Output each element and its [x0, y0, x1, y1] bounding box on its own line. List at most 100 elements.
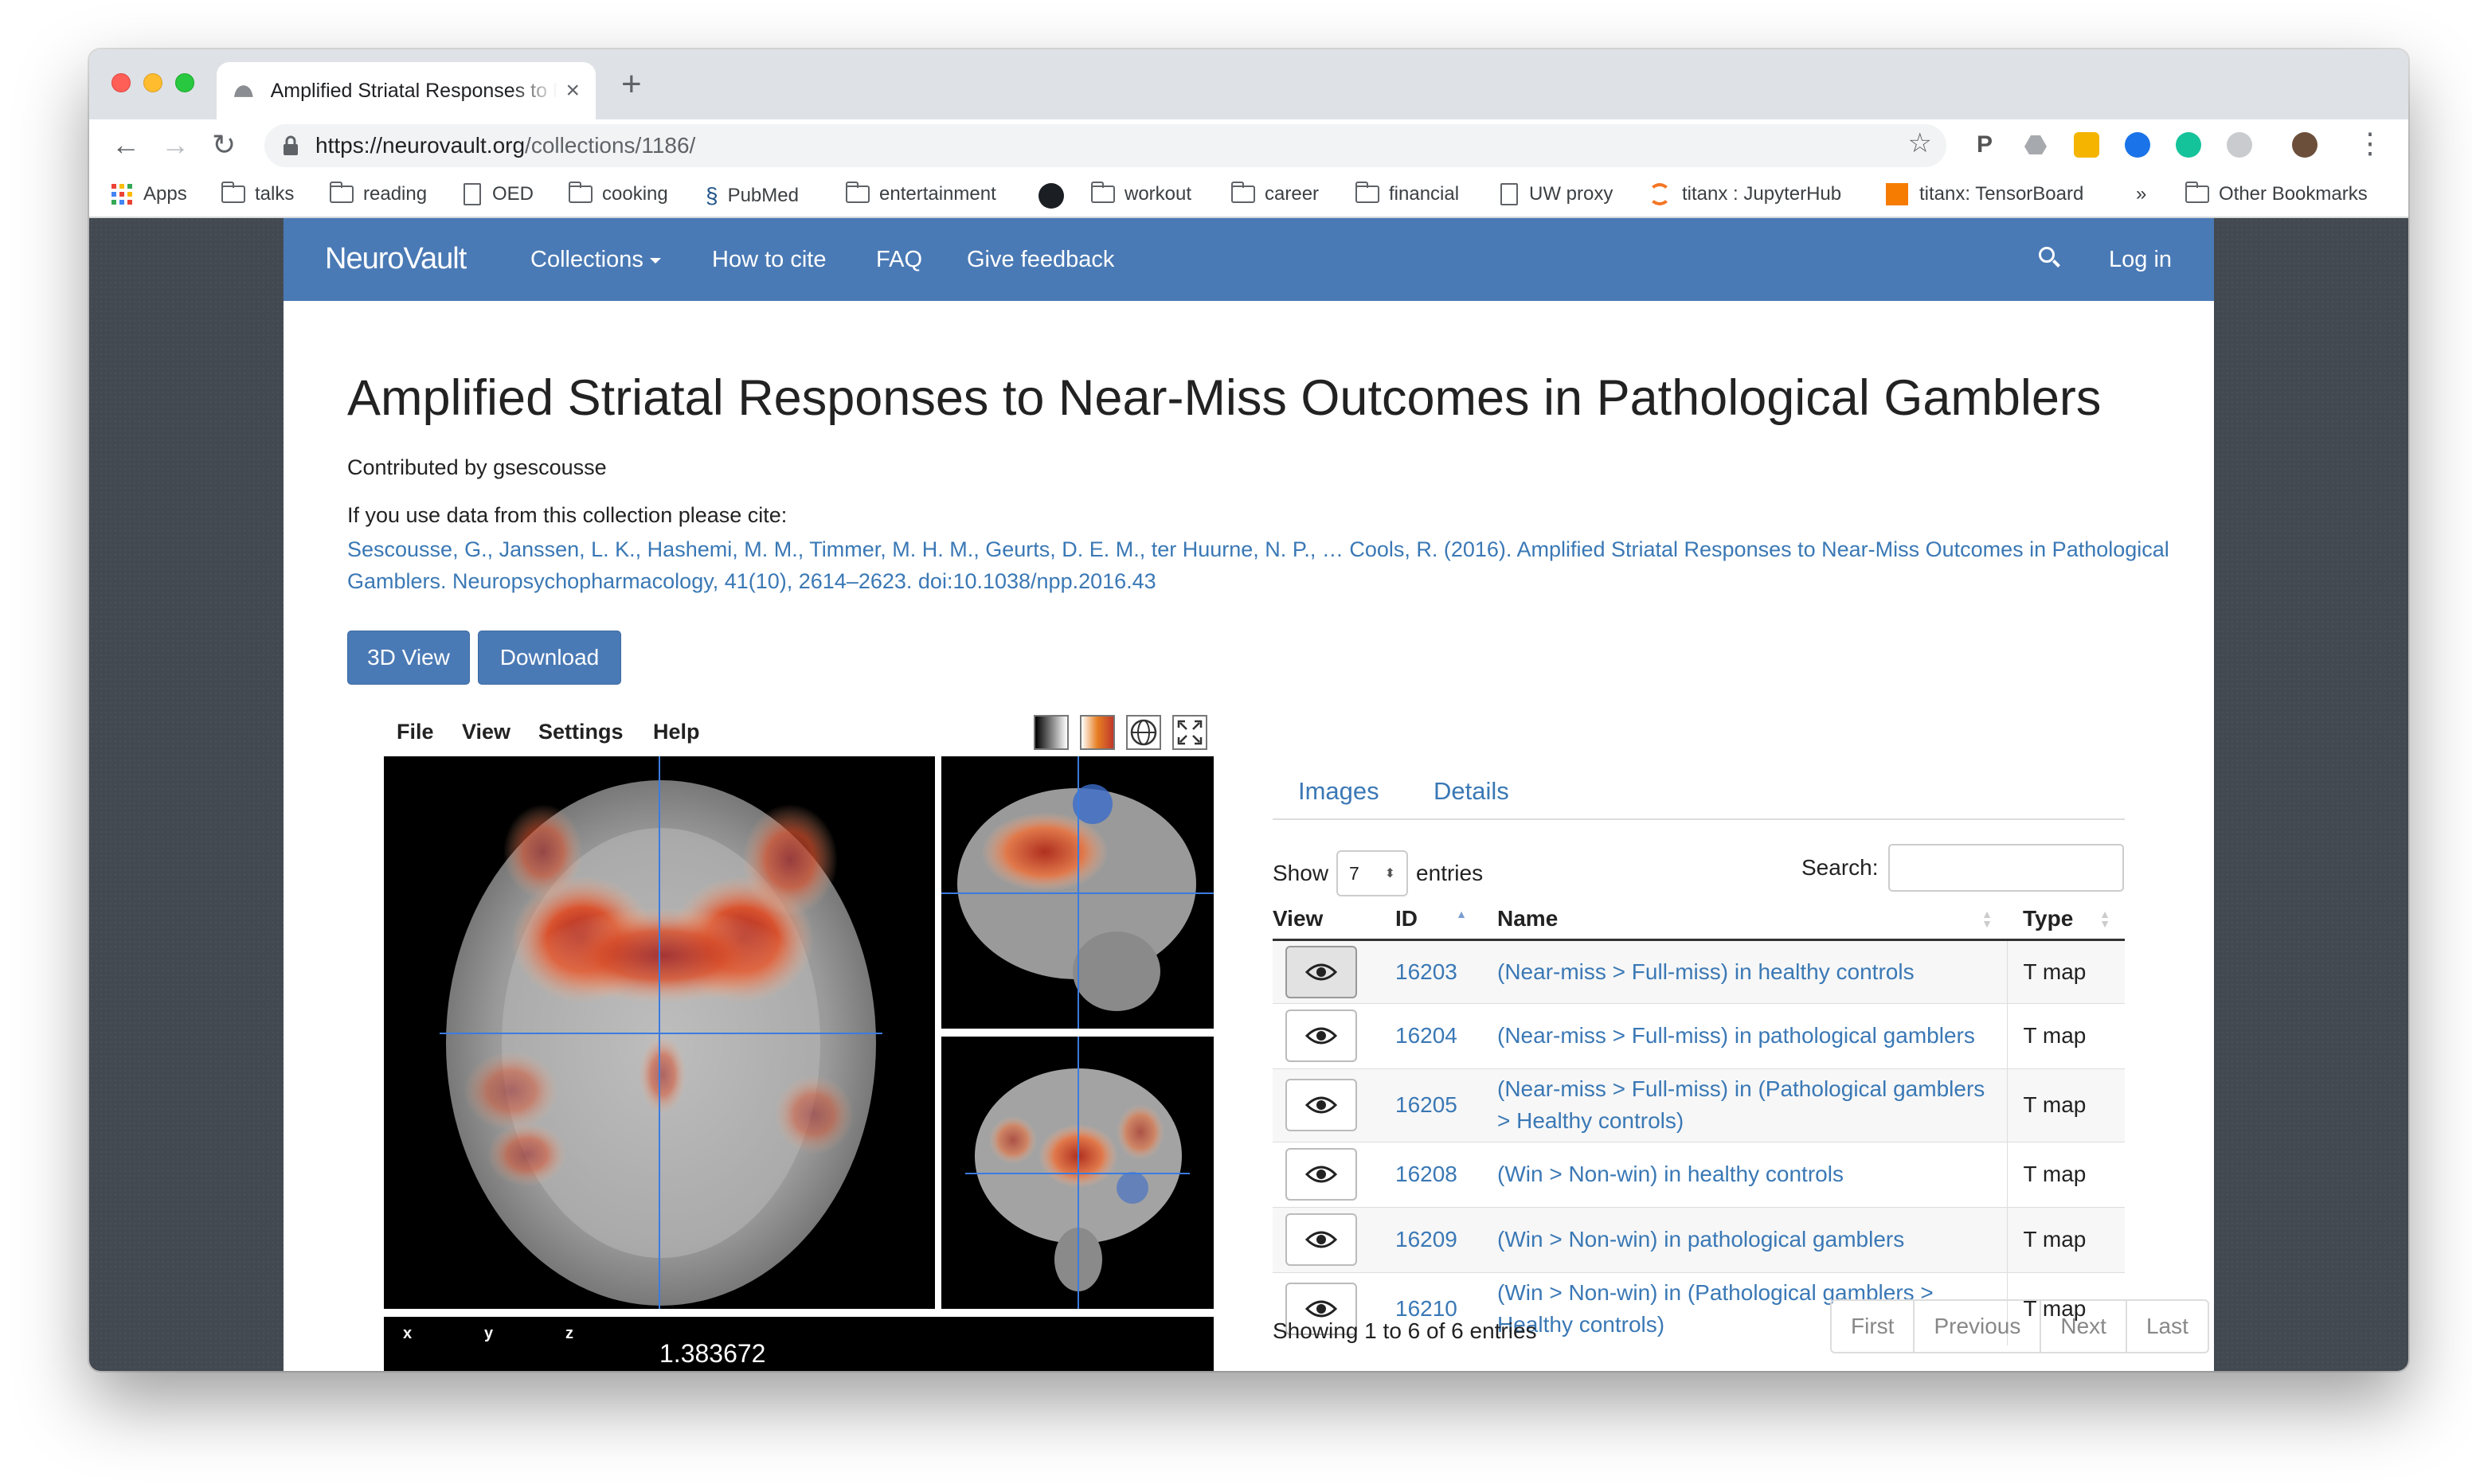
maximize-window-button[interactable] [175, 73, 194, 92]
new-tab-button[interactable]: + [621, 65, 642, 103]
sort-icon: ▲ ▼ [1981, 908, 1993, 930]
bookmark-financial[interactable]: financial [1355, 182, 1459, 205]
view-image-button[interactable] [1285, 945, 1357, 998]
image-id-link[interactable]: 16209 [1379, 1206, 1481, 1272]
page-container: NeuroVault Collections How to cite FAQ G… [284, 218, 2214, 1371]
view-image-button[interactable] [1285, 1079, 1357, 1131]
browser-window: Amplified Striatal Responses to Near-Mis… [89, 49, 2408, 1371]
bookmark-tensorboard[interactable]: titanx: TensorBoard [1886, 183, 2083, 205]
page-viewport: NeuroVault Collections How to cite FAQ G… [89, 218, 2408, 1371]
grayscale-lut-icon[interactable] [1034, 715, 1069, 750]
image-name-link[interactable]: (Win > Non-win) in healthy controls [1481, 1141, 2007, 1207]
viewer-menu-file[interactable]: File [397, 720, 434, 744]
minimize-window-button[interactable] [143, 73, 162, 92]
pager-next-button[interactable]: Next [2041, 1301, 2127, 1352]
brand-logo[interactable]: NeuroVault [325, 242, 467, 276]
apps-grid-icon [111, 184, 132, 205]
browser-tab-active[interactable]: Amplified Striatal Responses to Near-Mis… [217, 62, 596, 119]
view-image-button[interactable] [1285, 1148, 1357, 1201]
globe-icon[interactable] [1126, 715, 1161, 750]
grammarly-icon[interactable] [2176, 132, 2201, 158]
image-id-link[interactable]: 16204 [1379, 1002, 1481, 1068]
pager-last-button[interactable]: Last [2127, 1301, 2208, 1352]
tab-details[interactable]: Details [1434, 777, 1509, 806]
drive-icon[interactable] [2023, 132, 2048, 158]
pager-first-button[interactable]: First [1832, 1301, 1915, 1352]
coord-y-label: y [484, 1325, 494, 1342]
contributor-line: Contributed by gsescousse [347, 455, 607, 479]
bookmark-pubmed[interactable]: § PubMed [706, 183, 799, 209]
sagittal-view[interactable] [941, 756, 1214, 1029]
view-image-button[interactable] [1285, 1213, 1357, 1266]
close-window-button[interactable] [111, 73, 131, 92]
column-header-type[interactable]: Type ▲ ▼ [2007, 900, 2125, 941]
table-search-input[interactable] [1887, 844, 2124, 892]
bookmarks-overflow-chevron[interactable]: » [2136, 183, 2146, 205]
page-length-select[interactable]: 7 ⬍ [1336, 850, 1409, 896]
bookmark-talks[interactable]: talks [221, 182, 294, 205]
nav-give-feedback[interactable]: Give feedback [967, 247, 1114, 273]
tab-images[interactable]: Images [1298, 777, 1379, 806]
profile-avatar[interactable] [2292, 132, 2318, 158]
coronal-view[interactable] [941, 1037, 1214, 1309]
download-button[interactable]: Download [478, 631, 621, 685]
bookmark-uw-proxy[interactable]: UW proxy [1500, 183, 1613, 205]
bookmark-entertainment[interactable]: entertainment [846, 182, 996, 205]
image-id-link[interactable]: 16208 [1379, 1141, 1481, 1207]
table-pagination: First Previous Next Last [1830, 1299, 2209, 1353]
nav-collections-dropdown[interactable]: Collections [530, 247, 661, 273]
viewer-menu-settings[interactable]: Settings [538, 720, 624, 744]
reload-icon[interactable]: ↻ [212, 127, 236, 162]
viewer-menu-view[interactable]: View [462, 720, 510, 744]
citation-link[interactable]: Sescousse, G., Janssen, L. K., Hashemi, … [347, 533, 2171, 597]
eye-icon [1305, 1166, 1337, 1183]
folder-icon [846, 182, 870, 203]
tensorboard-icon [1886, 183, 1908, 205]
papaya-viewer[interactable] [384, 756, 1214, 1314]
bookmarks-bar: Apps talks reading OED cooking § PubMed e… [89, 172, 2408, 218]
bookmark-reading[interactable]: reading [330, 182, 427, 205]
coord-x-label: x [403, 1325, 413, 1342]
heat-lut-icon[interactable] [1080, 715, 1115, 750]
address-bar[interactable]: https://neurovault.org/collections/1186/… [264, 124, 1946, 167]
bookmark-star-icon[interactable]: ☆ [1908, 127, 1932, 159]
bookmark-career[interactable]: career [1231, 182, 1319, 205]
extension-p-icon[interactable]: P [1972, 132, 1997, 158]
nav-how-to-cite[interactable]: How to cite [712, 247, 826, 273]
image-id-link[interactable]: 16203 [1379, 939, 1481, 1003]
extension-video-icon[interactable] [2125, 132, 2150, 158]
bookmark-apps[interactable]: Apps [111, 183, 187, 205]
eye-icon [1305, 963, 1337, 980]
forward-arrow-icon[interactable]: → [161, 127, 190, 162]
column-header-name[interactable]: Name ▲ ▼ [1481, 900, 2007, 941]
column-header-id[interactable]: ID ▲ [1379, 900, 1481, 941]
image-name-link[interactable]: (Near-miss > Full-miss) in pathological … [1481, 1002, 2007, 1068]
pager-previous-button[interactable]: Previous [1915, 1301, 2042, 1352]
select-arrows-icon: ⬍ [1384, 867, 1396, 881]
image-name-link[interactable]: (Near-miss > Full-miss) in (Pathological… [1481, 1068, 2007, 1142]
extension-notes-icon[interactable] [2074, 132, 2099, 158]
bookmark-github[interactable] [1038, 183, 1064, 209]
folder-icon [221, 182, 245, 203]
image-id-link[interactable]: 16205 [1379, 1068, 1481, 1142]
viewer-menu-help[interactable]: Help [653, 720, 700, 744]
folder-icon [1355, 182, 1379, 203]
bookmark-workout[interactable]: workout [1091, 182, 1191, 205]
tab-close-icon[interactable]: × [565, 77, 580, 104]
extension-circle-icon[interactable] [2227, 132, 2252, 158]
bookmark-cooking[interactable]: cooking [569, 182, 668, 205]
bookmark-oed[interactable]: OED [463, 183, 534, 205]
bookmark-jupyterhub[interactable]: titanx : JupyterHub [1649, 183, 1841, 205]
fullscreen-icon[interactable] [1172, 715, 1207, 750]
image-name-link[interactable]: (Win > Non-win) in pathological gamblers [1481, 1206, 2007, 1272]
search-icon[interactable] [2039, 247, 2061, 269]
bookmark-other[interactable]: Other Bookmarks [2185, 182, 2368, 205]
nav-faq[interactable]: FAQ [876, 247, 922, 273]
login-link[interactable]: Log in [2109, 247, 2172, 273]
3d-view-button[interactable]: 3D View [347, 631, 470, 685]
image-name-link[interactable]: (Near-miss > Full-miss) in healthy contr… [1481, 939, 2007, 1003]
back-arrow-icon[interactable]: ← [111, 127, 140, 162]
kebab-menu-icon[interactable]: ⋮ [2356, 126, 2384, 161]
axial-view[interactable] [384, 756, 935, 1309]
view-image-button[interactable] [1285, 1010, 1357, 1062]
